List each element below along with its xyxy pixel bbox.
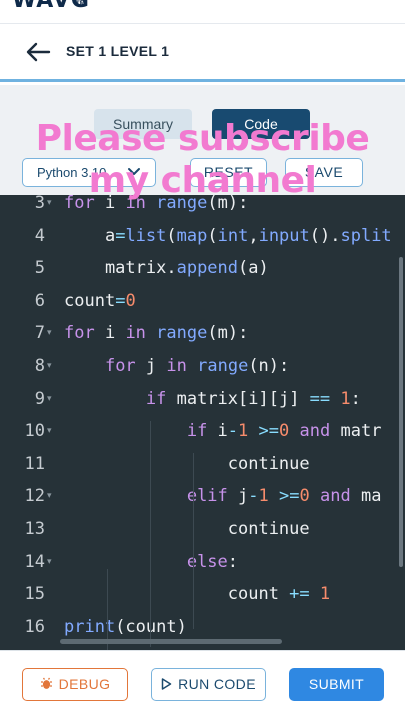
fold-chevron-icon[interactable]: ▾ [47, 195, 55, 219]
line-number: 3 [34, 195, 45, 213]
fold-chevron-icon[interactable]: ▾ [47, 350, 55, 382]
code-editor[interactable]: 3 ▾ for i in range(m): 4 a=list(map(int,inp… [0, 195, 405, 650]
page-title: SET 1 LEVEL 1 [66, 43, 170, 59]
code-line[interactable]: 4 a=list(map(int,input().split [0, 220, 405, 253]
logo-trademark: TM [76, 1, 85, 7]
line-number: 7 [34, 323, 45, 344]
line-number: 13 [24, 519, 45, 539]
editor-toolbar: Summary Code Python 3.10 RESET SAVE [0, 85, 405, 195]
code-text: matrix.append(a) [64, 258, 269, 279]
arrow-left-icon[interactable] [24, 40, 52, 64]
code-text: for i in range(m): [64, 195, 249, 213]
line-number: 9 [34, 388, 45, 409]
code-line[interactable]: 5 matrix.append(a) [0, 252, 405, 285]
code-line[interactable]: 9 ▾ if matrix[i][j] == 1: [0, 383, 405, 416]
fold-chevron-icon[interactable]: ▾ [47, 480, 55, 512]
play-icon [161, 678, 172, 690]
tab-code[interactable]: Code [212, 109, 310, 139]
run-code-button-label: RUN CODE [178, 676, 256, 692]
code-line[interactable]: 15 count += 1 [0, 578, 405, 611]
page-header: SET 1 LEVEL 1 [0, 24, 405, 82]
chevron-down-icon [128, 168, 140, 175]
line-number: 12 [24, 486, 45, 507]
logo-strip: WAVG TM [0, 0, 405, 24]
code-line[interactable]: 14 ▾ else: [0, 546, 405, 579]
fold-chevron-icon[interactable]: ▾ [47, 317, 55, 349]
line-number: 14 [24, 551, 45, 572]
fold-chevron-icon[interactable]: ▾ [47, 546, 55, 578]
line-number: 15 [24, 584, 45, 605]
code-text: elif j-1 >=0 and ma [186, 486, 382, 507]
line-number: 16 [24, 616, 45, 637]
debug-button[interactable]: DEBUG [22, 668, 128, 701]
line-number: 6 [34, 290, 45, 311]
language-select[interactable]: Python 3.10 [22, 158, 156, 187]
code-text: count += 1 [64, 584, 331, 605]
code-text: continue [64, 453, 310, 474]
bug-icon [40, 677, 52, 690]
reset-button[interactable]: RESET [190, 158, 267, 187]
code-text: count=0 [64, 290, 136, 311]
line-number: 8 [34, 356, 45, 376]
code-text: for i in range(m): [64, 323, 249, 344]
code-text: for j in range(n): [104, 356, 290, 376]
indent-guide [107, 569, 108, 650]
save-button[interactable]: SAVE [285, 158, 363, 187]
code-text: if i-1 >=0 and matr [186, 421, 382, 442]
fold-chevron-icon[interactable]: ▾ [47, 415, 55, 447]
horizontal-scrollbar[interactable] [60, 639, 282, 644]
line-number: 4 [34, 225, 45, 246]
fold-chevron-icon[interactable]: ▾ [47, 383, 55, 415]
indent-guide [150, 421, 151, 647]
debug-button-label: DEBUG [58, 676, 111, 692]
code-line[interactable]: 3 ▾ for i in range(m): [0, 195, 405, 220]
code-line[interactable]: 7 ▾ for i in range(m): [0, 317, 405, 350]
indent-guide [193, 453, 194, 629]
code-text: a=list(map(int,input().split [64, 225, 392, 246]
code-text: else: [186, 551, 239, 572]
code-line[interactable]: 8 ▾ for j in range(n): [0, 350, 405, 383]
tab-summary[interactable]: Summary [94, 109, 192, 139]
footer-actions: DEBUG RUN CODE SUBMIT [0, 650, 405, 720]
code-line[interactable]: 10 ▾ if i-1 >=0 and matr [0, 415, 405, 448]
line-number: 11 [24, 453, 45, 474]
line-number: 10 [24, 421, 45, 442]
code-line[interactable]: 13 continue [0, 513, 405, 546]
code-text: if matrix[i][j] == 1: [145, 388, 361, 409]
code-line[interactable]: 6 count=0 [0, 285, 405, 318]
line-number: 5 [34, 258, 45, 279]
code-text: continue [64, 519, 310, 539]
code-line[interactable]: 12 ▾ elif j-1 >=0 and ma [0, 480, 405, 513]
code-line[interactable]: 11 continue [0, 448, 405, 481]
language-select-value: Python 3.10 [37, 165, 107, 180]
code-text: print(count) [64, 616, 187, 637]
submit-button[interactable]: SUBMIT [289, 668, 384, 701]
run-code-button[interactable]: RUN CODE [151, 668, 266, 701]
vertical-scrollbar[interactable] [399, 257, 403, 567]
